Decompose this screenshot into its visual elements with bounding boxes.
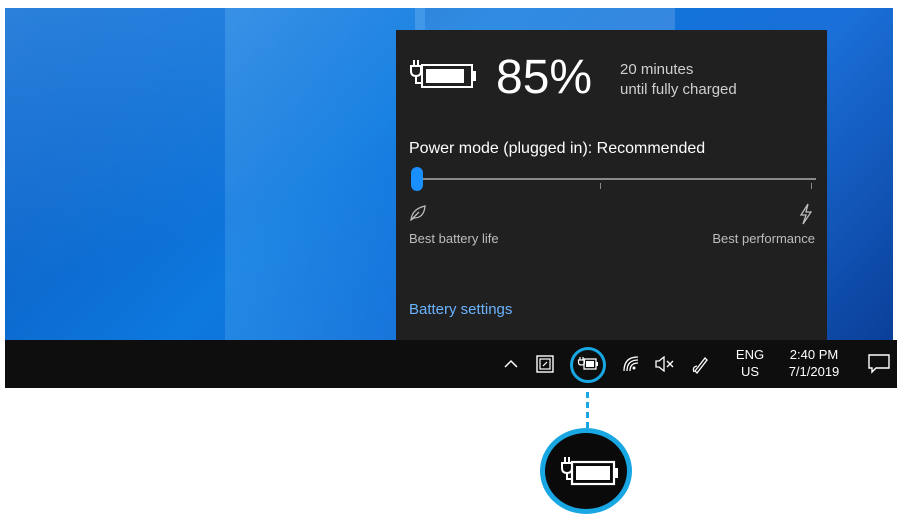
date-text: 7/1/2019 — [788, 364, 840, 379]
input-language-indicator[interactable]: ENG US — [732, 346, 768, 380]
power-mode-slider-track[interactable] — [418, 178, 816, 180]
leaf-icon — [410, 205, 426, 222]
slider-tick — [600, 183, 601, 189]
zoomed-icon-callout — [540, 428, 632, 514]
language-code: ENG — [735, 347, 765, 362]
taskbar: ENG US 2:40 PM 7/1/2019 — [5, 340, 897, 388]
pen-icon[interactable] — [687, 350, 715, 378]
best-performance-label: Best performance — [712, 231, 815, 246]
battery-charging-icon[interactable] — [574, 350, 602, 378]
region-code: US — [740, 364, 760, 379]
battery-flyout: 85% 20 minutes until fully charged Power… — [396, 30, 827, 340]
charge-time-remaining: 20 minutes — [620, 61, 694, 78]
wifi-icon[interactable] — [617, 350, 645, 378]
wallpaper-light-beam — [225, 8, 425, 340]
battery-settings-link[interactable]: Battery settings — [409, 301, 512, 318]
charge-status-text: until fully charged — [620, 81, 737, 98]
time-text: 2:40 PM — [789, 347, 839, 362]
power-mode-label: Power mode (plugged in): Recommended — [409, 140, 706, 157]
slider-tick — [811, 183, 812, 189]
volume-muted-icon[interactable] — [651, 350, 679, 378]
clock[interactable]: 2:40 PM 7/1/2019 — [777, 346, 851, 380]
best-battery-life-label: Best battery life — [409, 231, 499, 246]
lightning-icon — [799, 203, 813, 225]
tablet-icon[interactable] — [531, 350, 559, 378]
power-mode-slider-thumb[interactable] — [411, 167, 423, 191]
chevron-up-icon[interactable] — [497, 350, 525, 378]
battery-percentage: 85% — [496, 51, 593, 104]
callout-connector — [586, 392, 589, 428]
battery-charging-icon — [410, 60, 476, 88]
battery-charging-icon — [561, 457, 618, 486]
notifications-icon[interactable] — [865, 350, 893, 378]
